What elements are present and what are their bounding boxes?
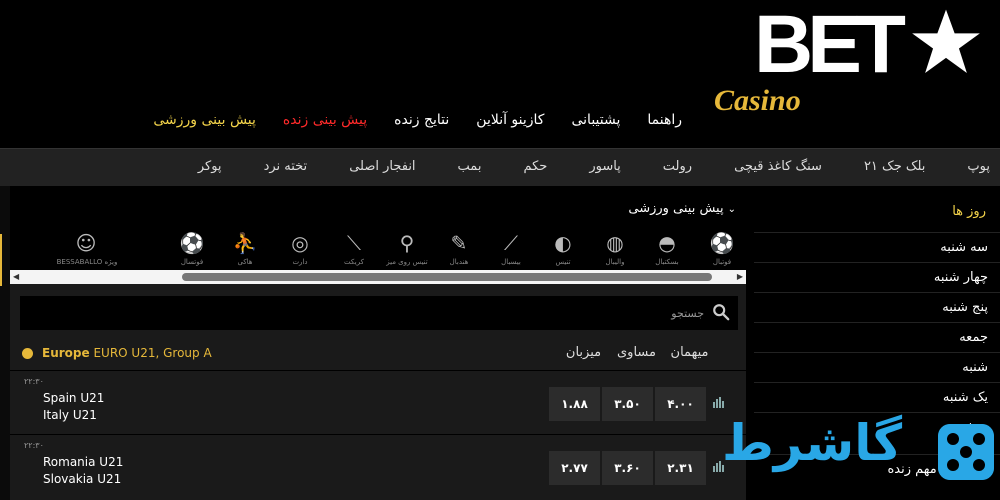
sport-tab-volleyball[interactable]: ◍ والیبال <box>601 230 629 266</box>
team-home: Romania U21 <box>43 455 124 469</box>
left-edge-strip <box>0 186 10 500</box>
casino-item-hokm[interactable]: حکم <box>523 159 547 174</box>
day-item[interactable]: پنج شنبه <box>754 292 1000 322</box>
sport-icons-scrollbar[interactable]: ◀ ▶ <box>10 270 746 284</box>
day-item[interactable]: شنبه <box>754 352 1000 382</box>
days-title: روز ها <box>952 204 986 219</box>
sports-title: پیش بینی ورزشی <box>628 201 724 216</box>
match-time: ۲۲:۳۰ <box>24 441 44 450</box>
col-away: میهمان <box>670 345 709 360</box>
day-item[interactable]: یک شنبه <box>754 382 1000 412</box>
sport-tab-handball[interactable]: ✎ هندبال <box>445 230 473 266</box>
baseball-icon: ⟋ <box>504 231 518 255</box>
search-input[interactable] <box>104 302 704 324</box>
casino-item-backgammon[interactable]: تخته نرد <box>264 159 308 174</box>
sport-tab-soccer[interactable]: ⚽ فوتبال <box>708 230 736 266</box>
sport-tab-basketball[interactable]: ◓ بسکتبال <box>653 230 681 266</box>
logo-casino-text: Casino <box>714 84 801 117</box>
nav-help[interactable]: راهنما <box>647 112 682 128</box>
scroll-left-icon[interactable]: ◀ <box>13 272 19 281</box>
odd-home-button[interactable]: ۲.۷۷ <box>549 451 600 485</box>
hockey-icon: ⛹ <box>232 231 258 255</box>
sport-tab-table-tennis[interactable]: ⚲ تنیس روی میز <box>386 230 428 266</box>
odd-home-button[interactable]: ۱.۸۸ <box>549 387 600 421</box>
main-nav: پیش بینی ورزشی پیش بینی زنده نتایج زنده … <box>153 112 682 128</box>
nav-sports-betting[interactable]: پیش بینی ورزشی <box>153 112 256 128</box>
bet-casino-logo[interactable]: BET Casino <box>700 0 1000 124</box>
casino-item-pop[interactable]: پوپ <box>967 159 990 174</box>
statistics-icon[interactable] <box>712 395 726 409</box>
league-header: Europe EURO U21, Group A میهمان مساوی می… <box>10 338 746 370</box>
casino-item-roulette[interactable]: رولت <box>663 159 692 174</box>
logo-bet-text: BET <box>754 0 906 90</box>
team-away: Slovakia U21 <box>43 472 122 486</box>
table-tennis-icon: ⚲ <box>399 231 415 255</box>
match-time: ۲۲:۳۰ <box>24 377 44 386</box>
casino-item-pasur[interactable]: پاسور <box>589 159 620 174</box>
darts-icon: ◎ <box>291 231 309 255</box>
sport-tab-tennis[interactable]: ◐ تنیس <box>549 230 577 266</box>
league-name[interactable]: Europe EURO U21, Group A <box>42 346 212 360</box>
team-away: Italy U21 <box>43 408 97 422</box>
sports-betting-panel: ⌄پیش بینی ورزشی ⚽ فوتبال ◓ بسکتبال ◍ والیبا… <box>10 192 746 500</box>
search-box <box>20 296 738 330</box>
soccer-icon: ⚽ <box>709 231 735 255</box>
scroll-right-icon[interactable]: ▶ <box>737 272 743 281</box>
col-draw: مساوی <box>617 345 656 360</box>
volleyball-icon: ◍ <box>606 231 624 255</box>
handball-icon: ✎ <box>450 231 468 255</box>
casino-games-bar: پوکر تخته نرد انفجار اصلی بمب حکم پاسور … <box>0 148 1000 186</box>
odd-draw-button[interactable]: ۳.۶۰ <box>602 451 653 485</box>
col-home: میزبان <box>565 345 602 360</box>
sport-tab-cricket[interactable]: ⟍ کریکت <box>340 230 368 266</box>
day-item[interactable]: چهار شنبه <box>754 262 1000 292</box>
sports-header[interactable]: ⌄پیش بینی ورزشی <box>10 192 746 224</box>
casino-item-blackjack[interactable]: بلک جک ۲۱ <box>864 159 925 174</box>
sport-tab-darts[interactable]: ◎ دارت <box>286 230 314 266</box>
casino-item-bomb[interactable]: بمب <box>458 159 482 174</box>
sport-tab-special[interactable]: ☺ BESSABALLO ویژه <box>57 230 118 266</box>
scrollbar-thumb[interactable] <box>182 273 712 281</box>
casino-item-rock-paper-scissors[interactable]: سنگ کاغذ قیچی <box>734 159 822 174</box>
casino-item-poker[interactable]: پوکر <box>198 159 222 174</box>
sport-tab-futsal[interactable]: ⚽ فوتسال <box>178 230 206 266</box>
star-icon <box>912 9 980 73</box>
odd-away-button[interactable]: ۴.۰۰ <box>655 387 706 421</box>
odds-column-headers: میهمان مساوی میزبان <box>556 345 716 360</box>
basketball-icon: ◓ <box>658 231 676 255</box>
team-home: Spain U21 <box>43 391 105 405</box>
day-item[interactable]: جمعه <box>754 322 1000 352</box>
nav-support[interactable]: پشتیبانی <box>571 112 620 128</box>
chevron-down-icon: ⌄ <box>727 204 736 215</box>
nav-live-results[interactable]: نتایج زنده <box>394 112 449 128</box>
casino-item-crash[interactable]: انفجار اصلی <box>349 159 415 174</box>
nav-live-betting[interactable]: پیش بینی زنده <box>283 112 367 128</box>
sport-tab-hockey[interactable]: ⛹ هاکی <box>231 230 259 266</box>
match-row[interactable]: ۲۲:۳۰ Romania U21 Slovakia U21 ۲.۷۷ ۳.۶۰… <box>10 434 746 496</box>
site-header: BET Casino پیش بینی ورزشی پیش بینی زنده … <box>0 0 1000 148</box>
watermark-text: گاشرط <box>722 414 903 472</box>
europe-flag-icon <box>22 348 33 359</box>
futsal-icon: ⚽ <box>179 231 205 255</box>
match-row[interactable]: ۲۲:۳۰ Spain U21 Italy U21 ۱.۸۸ ۳.۵۰ ۴.۰۰ <box>10 370 746 432</box>
tennis-icon: ◐ <box>554 231 572 255</box>
search-icon[interactable] <box>712 303 730 321</box>
theater-masks-icon: ☺ <box>75 231 97 255</box>
sport-tab-baseball[interactable]: ⟋ بیسبال <box>497 230 525 266</box>
nav-online-casino[interactable]: کازینو آنلاین <box>476 112 544 128</box>
dice-icon <box>938 424 994 480</box>
cricket-icon: ⟍ <box>347 231 361 255</box>
odd-draw-button[interactable]: ۳.۵۰ <box>602 387 653 421</box>
watermark-logo: گاشرط <box>716 418 1000 500</box>
odd-away-button[interactable]: ۲.۳۱ <box>655 451 706 485</box>
sport-icons-strip: ⚽ فوتبال ◓ بسکتبال ◍ والیبال ◐ تنیس ⟋ بیسبال … <box>10 224 746 272</box>
day-item[interactable]: سه شنبه <box>754 232 1000 262</box>
